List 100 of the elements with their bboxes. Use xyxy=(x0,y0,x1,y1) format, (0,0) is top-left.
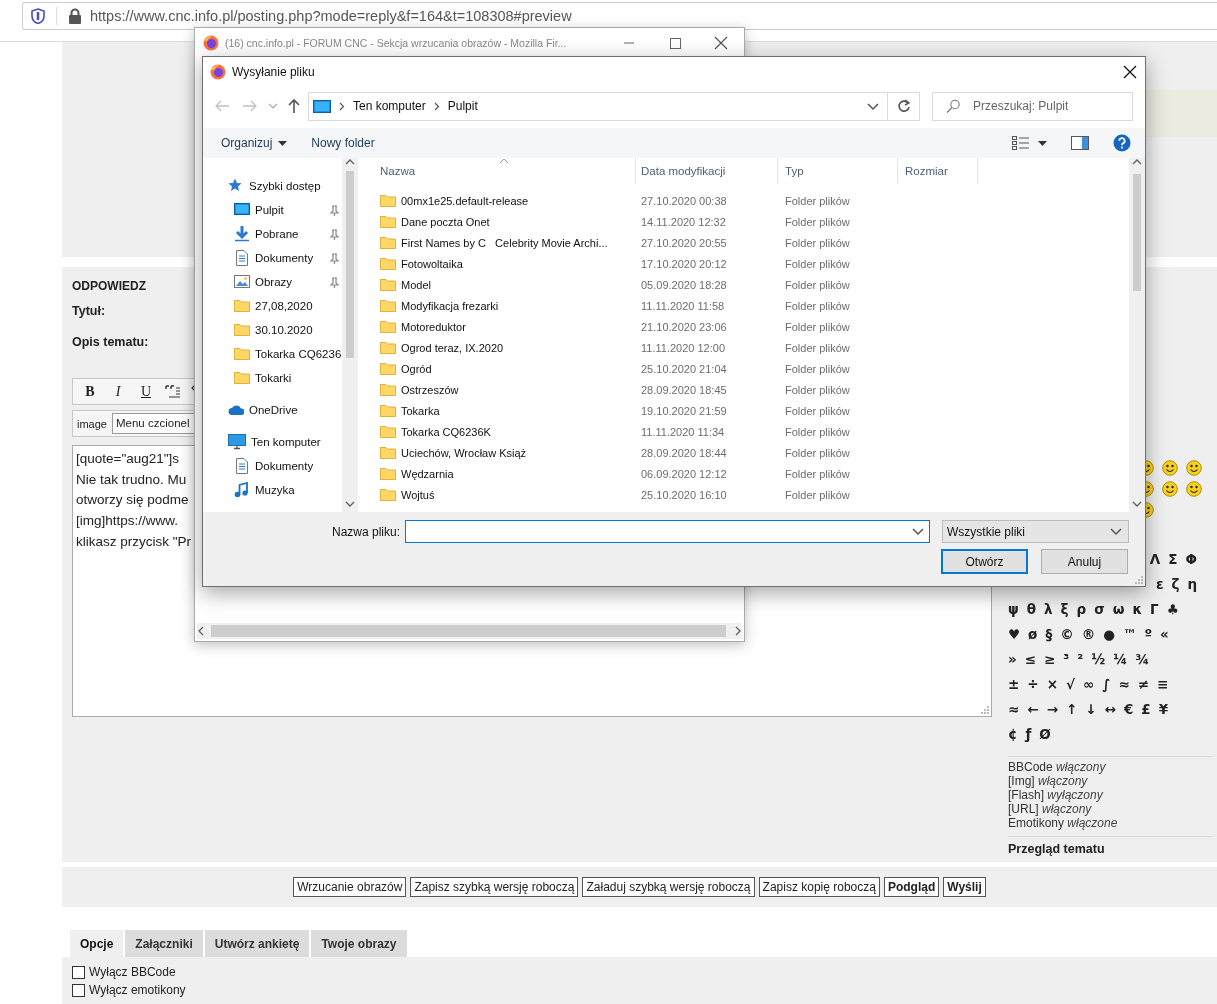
preview-pane-icon[interactable] xyxy=(1071,136,1089,150)
breadcrumb-link[interactable]: Pulpit xyxy=(447,99,478,113)
file-name-field[interactable] xyxy=(405,520,930,543)
symbol-link[interactable]: ¾ xyxy=(1135,650,1150,667)
symbol-link[interactable]: ® xyxy=(1081,625,1096,642)
file-name-cell[interactable]: Ogród xyxy=(359,361,636,376)
resize-grip-icon[interactable] xyxy=(979,704,989,714)
symbol-link[interactable]: ³ xyxy=(1063,650,1070,667)
file-name-cell[interactable]: Wojtuś xyxy=(359,487,636,502)
caret-icon[interactable] xyxy=(1038,140,1047,146)
file-name-cell[interactable]: Fotowoltaika xyxy=(359,256,636,271)
symbol-link[interactable]: ω xyxy=(1112,600,1125,617)
symbol-link[interactable]: Γ xyxy=(1150,600,1159,617)
symbol-link[interactable]: ρ xyxy=(1076,600,1087,617)
symbol-link[interactable]: « xyxy=(1160,625,1169,642)
help-icon[interactable] xyxy=(1113,134,1131,152)
nav-item[interactable]: Obrazy xyxy=(203,270,342,294)
symbol-link[interactable]: θ xyxy=(1026,600,1036,617)
nav-item[interactable]: OneDrive xyxy=(203,398,342,422)
nav-item[interactable]: Tokarka CQ6236 xyxy=(203,342,342,366)
scroll-down-icon[interactable] xyxy=(1132,500,1142,508)
nav-item[interactable]: Tokarki xyxy=(203,366,342,390)
symbol-link[interactable]: λ xyxy=(1044,600,1053,617)
nav-item[interactable]: Muzyka xyxy=(203,478,342,502)
format-button[interactable]: I xyxy=(109,381,127,402)
scroll-left-icon[interactable] xyxy=(197,626,205,636)
dialog-button[interactable]: Otwórz xyxy=(941,549,1028,574)
column-header[interactable]: Data modyfikacji xyxy=(636,158,778,184)
file-name-cell[interactable]: Model xyxy=(359,277,636,292)
column-header[interactable]: Rozmiar xyxy=(898,158,978,184)
symbol-link[interactable]: ↔ xyxy=(1104,700,1116,717)
up-arrow-icon[interactable] xyxy=(287,98,301,114)
action-button[interactable]: Wyślij xyxy=(943,877,986,897)
symbol-link[interactable]: ¼ xyxy=(1113,650,1128,667)
symbol-link[interactable]: ξ xyxy=(1060,600,1069,617)
symbol-link[interactable]: ♥ xyxy=(1008,625,1021,642)
symbol-link[interactable]: Λ xyxy=(1149,550,1161,567)
new-folder-button[interactable]: Nowy folder xyxy=(309,136,377,150)
file-name-cell[interactable]: Motoreduktor xyxy=(359,319,636,334)
symbol-link[interactable]: Ø xyxy=(1039,725,1051,742)
symbol-link[interactable]: ¢ xyxy=(1008,725,1018,742)
chevron-right-icon[interactable] xyxy=(339,101,345,111)
symbol-link[interactable]: × xyxy=(1046,675,1058,692)
file-name-cell[interactable]: First Names by C Celebrity Movie Archi... xyxy=(359,235,636,250)
file-name-cell[interactable]: Tokarka CQ6236K xyxy=(359,424,636,439)
nav-item[interactable]: Dokumenty xyxy=(203,246,342,270)
nav-item[interactable]: 30.10.2020 xyxy=(203,318,342,342)
symbol-link[interactable]: ∞ xyxy=(1082,675,1095,692)
tab[interactable]: Opcje xyxy=(70,930,124,957)
scroll-up-icon[interactable] xyxy=(1132,158,1142,166)
file-name-cell[interactable]: Wędzarnia xyxy=(359,466,636,481)
symbol-link[interactable]: ● xyxy=(1103,625,1115,642)
tracking-shield-icon[interactable] xyxy=(31,8,45,24)
action-button[interactable]: Załaduj szybką wersję roboczą xyxy=(582,877,755,897)
action-button[interactable]: Zapisz kopię roboczą xyxy=(758,877,880,897)
symbol-link[interactable]: º xyxy=(1144,625,1153,642)
file-name-cell[interactable]: Modyfikacja frezarki xyxy=(359,298,636,313)
chevron-right-icon[interactable] xyxy=(433,101,440,111)
nav-item[interactable]: Dokumenty xyxy=(203,454,342,478)
quote-icon[interactable] xyxy=(165,384,181,399)
smiley-icon[interactable] xyxy=(1162,481,1178,497)
symbol-link[interactable]: ε xyxy=(1155,575,1164,592)
column-header[interactable]: Typ xyxy=(778,158,898,184)
refresh-button[interactable] xyxy=(888,91,920,121)
nav-item[interactable]: Ten komputer xyxy=(203,430,342,454)
symbol-link[interactable]: ± xyxy=(1008,675,1020,692)
address-field[interactable]: Ten komputer Pulpit xyxy=(308,91,888,121)
file-name-cell[interactable]: Uciechów, Wrocław Książ xyxy=(359,445,636,460)
scroll-thumb[interactable] xyxy=(211,625,726,637)
symbol-link[interactable]: » xyxy=(1008,650,1017,667)
dropdown-chevron-icon[interactable] xyxy=(867,101,879,111)
breadcrumb-link[interactable]: Ten komputer xyxy=(353,99,426,113)
action-button[interactable]: Podgląd xyxy=(883,877,940,897)
symbol-link[interactable]: ← xyxy=(1027,700,1039,717)
symbol-link[interactable]: → xyxy=(1046,700,1058,717)
symbol-link[interactable]: ƒ xyxy=(1025,725,1032,742)
symbol-link[interactable]: ø xyxy=(1028,625,1038,642)
smiley-icon[interactable] xyxy=(1162,460,1178,476)
symbol-link[interactable]: κ xyxy=(1132,600,1143,617)
tab[interactable]: Utwórz ankietę xyxy=(204,930,310,957)
symbol-link[interactable]: ¥ xyxy=(1158,700,1169,717)
symbol-link[interactable]: ½ xyxy=(1091,650,1106,667)
scroll-up-icon[interactable] xyxy=(345,158,355,166)
nav-item[interactable]: Szybki dostęp xyxy=(203,174,342,198)
symbol-link[interactable]: ≈ xyxy=(1118,675,1130,692)
resize-grip-icon[interactable] xyxy=(1133,574,1143,584)
vertical-scrollbar[interactable] xyxy=(1129,158,1145,512)
symbol-link[interactable]: ↑ xyxy=(1065,700,1078,717)
horizontal-scrollbar[interactable] xyxy=(197,623,742,639)
file-name-cell[interactable]: Tokarka xyxy=(359,403,636,418)
symbol-link[interactable]: η xyxy=(1187,575,1197,592)
symbol-link[interactable]: ™ xyxy=(1122,625,1137,642)
dialog-button[interactable]: Anuluj xyxy=(1041,549,1128,574)
action-button[interactable]: Zapisz szybką wersję roboczą xyxy=(410,877,579,897)
symbol-link[interactable]: ψ xyxy=(1008,600,1019,617)
column-header[interactable]: Nazwa xyxy=(359,158,636,184)
file-name-cell[interactable]: Dane poczta Onet xyxy=(359,214,636,229)
file-name-cell[interactable]: 00mx1e25.default-release xyxy=(359,193,636,208)
format-button[interactable]: B xyxy=(81,381,99,402)
scroll-down-icon[interactable] xyxy=(345,500,355,508)
